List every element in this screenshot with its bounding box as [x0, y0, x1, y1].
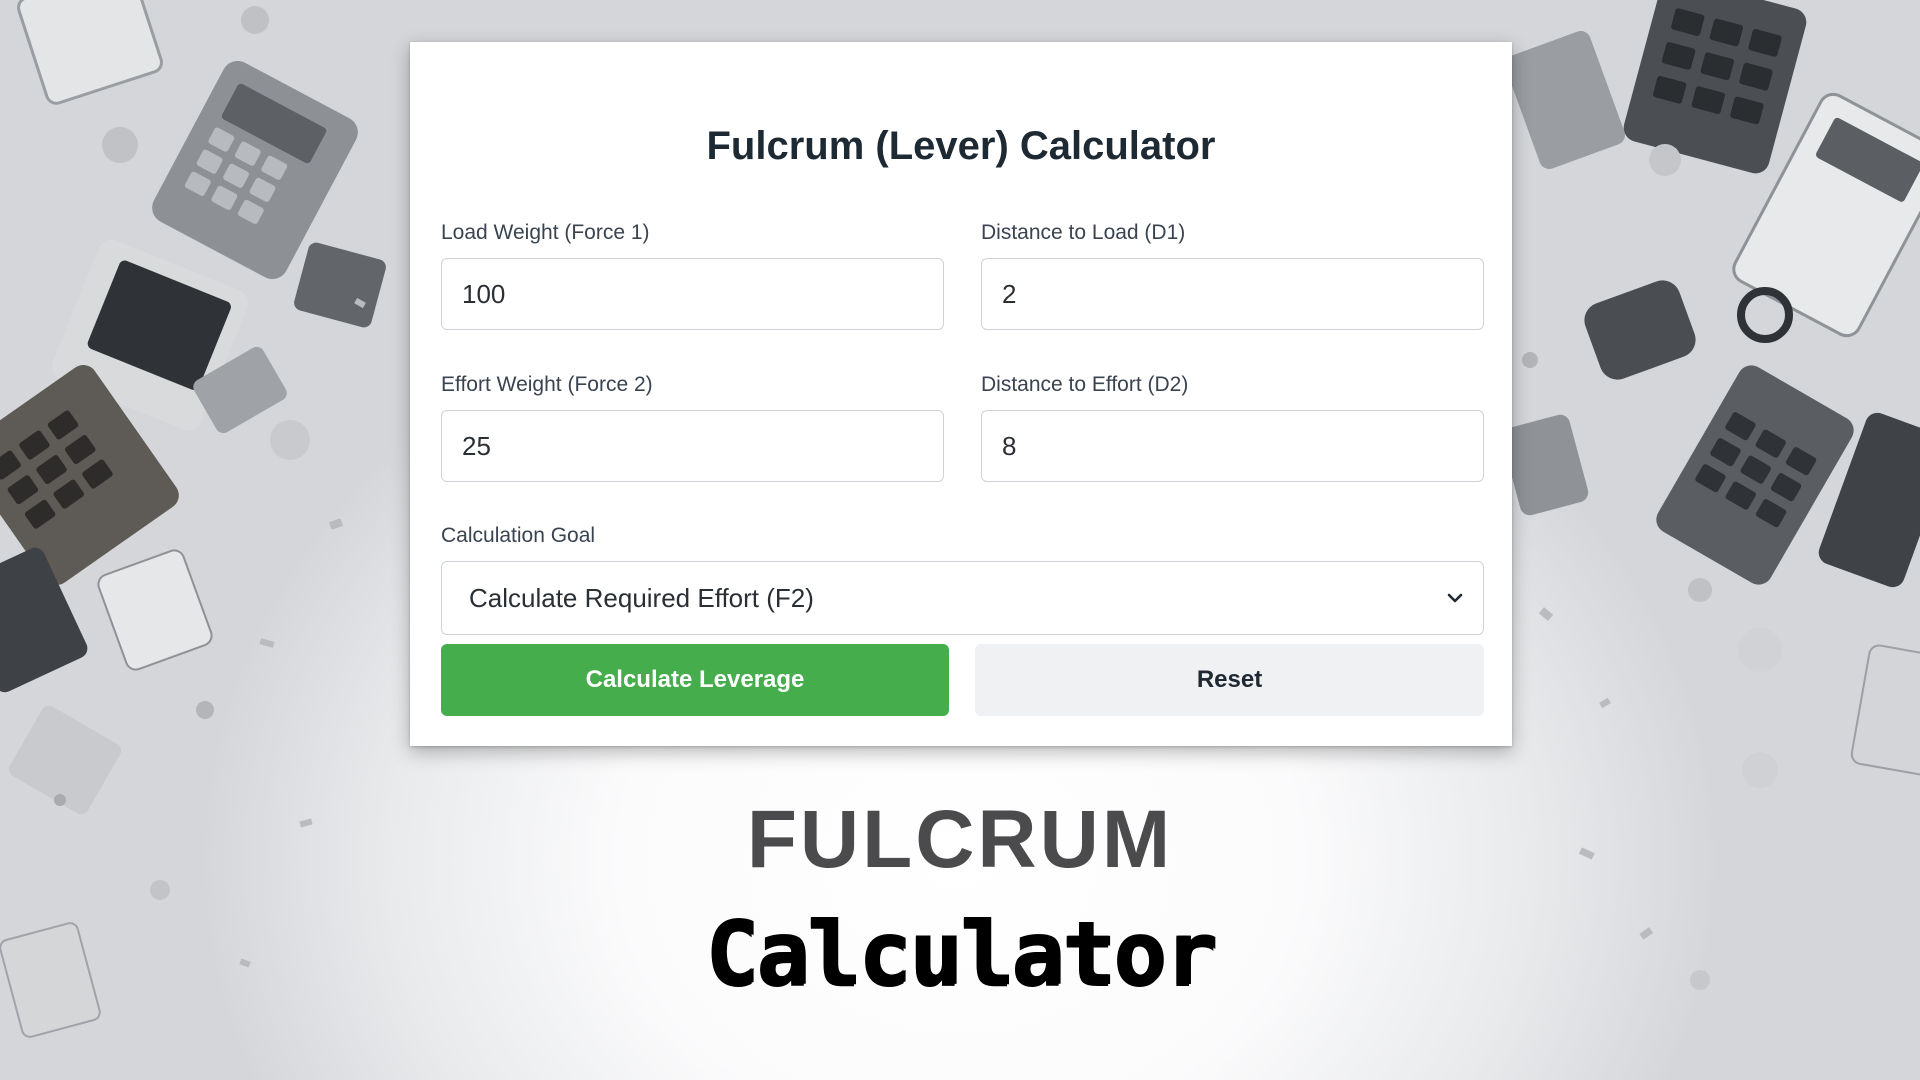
calculator-title: Fulcrum (Lever) Calculator	[706, 124, 1216, 168]
calculator-card: Fulcrum (Lever) Calculator Load Weight (…	[410, 42, 1512, 746]
chevron-down-icon	[1447, 593, 1463, 603]
banner-subline: Calculator	[705, 902, 1217, 1005]
effort-weight-label: Effort Weight (Force 2)	[441, 373, 653, 396]
distance-to-load-label: Distance to Load (D1)	[981, 221, 1186, 244]
distance-to-effort-input[interactable]: 8	[981, 410, 1484, 482]
distance-to-load-input[interactable]: 2	[981, 258, 1484, 330]
load-weight-label: Load Weight (Force 1)	[441, 221, 650, 244]
calculation-goal-select[interactable]: Calculate Required Effort (F2)	[441, 561, 1484, 635]
calculate-leverage-button[interactable]: Calculate Leverage	[441, 644, 949, 716]
calculation-goal-selected-value: Calculate Required Effort (F2)	[469, 583, 814, 613]
banner-headline: FULCRUM	[746, 794, 1174, 885]
effort-weight-input[interactable]: 25	[441, 410, 944, 482]
page-background: Fulcrum (Lever) Calculator Load Weight (…	[0, 0, 1920, 1080]
load-weight-input[interactable]: 100	[441, 258, 944, 330]
distance-to-effort-label: Distance to Effort (D2)	[981, 373, 1189, 396]
calculation-goal-label: Calculation Goal	[441, 524, 596, 547]
reset-button[interactable]: Reset	[975, 644, 1484, 716]
